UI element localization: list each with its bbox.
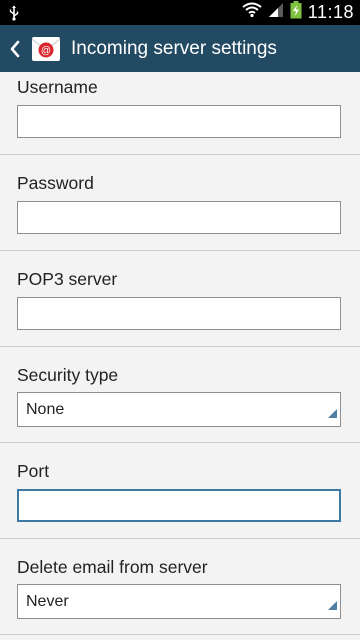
password-field[interactable] (17, 201, 341, 234)
security-type-section: Security type None (0, 347, 360, 443)
pop3-server-input[interactable] (18, 298, 340, 329)
port-input[interactable] (19, 491, 339, 520)
delete-email-label: Delete email from server (17, 557, 208, 577)
port-label: Port (17, 461, 50, 481)
username-input[interactable] (18, 106, 340, 137)
action-bar: @ Incoming server settings (0, 25, 360, 72)
username-field[interactable] (17, 105, 341, 138)
password-input[interactable] (18, 202, 340, 233)
pop3-server-label: POP3 server (17, 269, 118, 289)
chevron-left-icon[interactable] (2, 25, 28, 72)
port-section: Port (0, 443, 360, 539)
password-label: Password (17, 173, 94, 193)
status-time: 11:18 (307, 2, 354, 22)
email-app-icon[interactable]: @ (30, 33, 62, 65)
server-settings-form: Username Password POP3 server Security t… (0, 72, 360, 635)
svg-text:@: @ (41, 45, 51, 56)
pop3-server-field[interactable] (17, 297, 341, 330)
security-type-label: Security type (17, 365, 119, 385)
username-label: Username (17, 77, 98, 97)
security-type-select[interactable]: None (17, 392, 341, 427)
delete-email-section: Delete email from server Never (0, 539, 360, 635)
delete-email-select[interactable]: Never (17, 584, 341, 619)
page-title: Incoming server settings (71, 37, 277, 59)
battery-charging-icon (290, 1, 302, 24)
dropdown-corner-icon (328, 405, 337, 423)
wifi-icon (242, 2, 262, 23)
dropdown-corner-icon (328, 597, 337, 615)
pop3-server-section: POP3 server (0, 251, 360, 347)
security-type-value: None (26, 401, 65, 418)
password-section: Password (0, 155, 360, 251)
usb-icon (8, 5, 20, 21)
port-field[interactable] (17, 489, 341, 522)
signal-icon (268, 2, 284, 23)
delete-email-value: Never (26, 593, 69, 610)
status-bar: 11:18 (0, 0, 360, 25)
username-section: Username (0, 72, 360, 155)
